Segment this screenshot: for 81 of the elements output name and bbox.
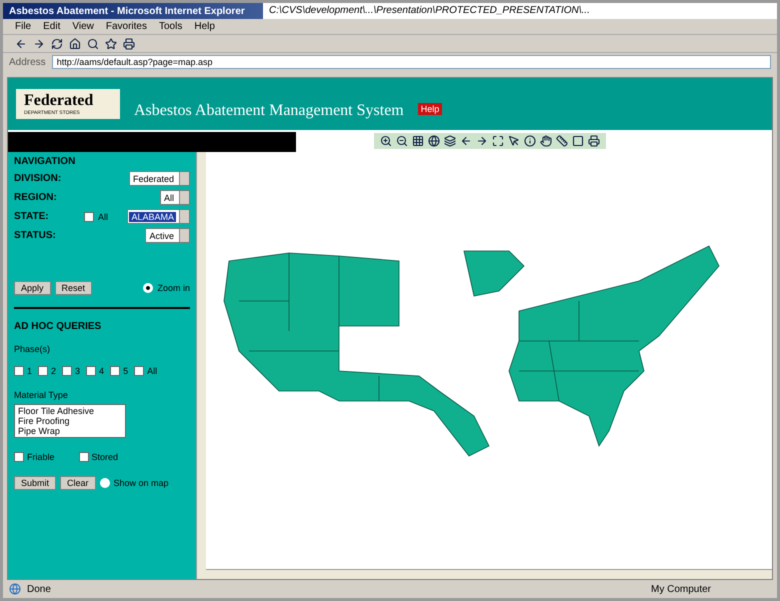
checkbox[interactable] bbox=[84, 212, 94, 222]
help-badge[interactable]: Help bbox=[418, 103, 442, 115]
grid-icon[interactable] bbox=[412, 135, 424, 147]
checkbox-label: All bbox=[98, 212, 108, 222]
info-icon[interactable] bbox=[524, 135, 536, 147]
checkbox[interactable] bbox=[110, 366, 120, 376]
checkbox[interactable] bbox=[86, 366, 96, 376]
checkbox-label: 3 bbox=[75, 366, 80, 376]
app-title: Asbestos Abatement Management System bbox=[134, 102, 404, 120]
ruler-icon[interactable] bbox=[556, 135, 568, 147]
radio-button[interactable] bbox=[100, 478, 110, 488]
zoom-in-icon[interactable] bbox=[380, 135, 392, 147]
logo-text: Federated bbox=[24, 92, 94, 110]
menu-item[interactable]: View bbox=[72, 21, 94, 32]
square-icon[interactable] bbox=[572, 135, 584, 147]
background-window-title: C:\CVS\development\...\Presentation\PROTECTED_PRESENTATION\... bbox=[263, 3, 777, 19]
forward-icon[interactable] bbox=[33, 38, 45, 50]
list-item[interactable]: Pipe Wrap bbox=[18, 426, 122, 436]
checkbox[interactable] bbox=[78, 452, 89, 462]
checkbox-label: 1 bbox=[27, 366, 32, 376]
security-zone: My Computer bbox=[650, 584, 711, 594]
form-button[interactable]: Apply bbox=[14, 281, 51, 295]
pointer-icon[interactable] bbox=[508, 135, 520, 147]
search-icon[interactable] bbox=[87, 38, 99, 50]
scrollbar[interactable] bbox=[206, 569, 772, 579]
list-item[interactable]: Floor Tile Adhesive bbox=[18, 406, 122, 416]
zoom-out-icon[interactable] bbox=[396, 135, 408, 147]
list-item[interactable]: Fire Proofing bbox=[18, 416, 122, 426]
menu-item[interactable]: Edit bbox=[43, 21, 60, 32]
left-arrow-icon[interactable] bbox=[460, 135, 472, 147]
dropdown[interactable]: All bbox=[160, 190, 190, 205]
menu-item[interactable]: Favorites bbox=[106, 21, 147, 32]
radio-label: Show on map bbox=[114, 478, 169, 488]
form-button[interactable]: Submit bbox=[14, 476, 56, 490]
checkbox-label: Stored bbox=[92, 452, 118, 462]
printer-icon[interactable] bbox=[588, 135, 600, 147]
dropdown[interactable]: Active bbox=[145, 228, 190, 243]
printer-icon[interactable] bbox=[123, 38, 135, 50]
refresh-icon[interactable] bbox=[51, 38, 63, 50]
checkbox[interactable] bbox=[134, 366, 144, 376]
hand-icon[interactable] bbox=[540, 135, 552, 147]
menu-item[interactable]: File bbox=[15, 21, 32, 32]
checkbox-label: All bbox=[147, 366, 158, 376]
scrollbar[interactable] bbox=[196, 152, 206, 579]
back-icon[interactable] bbox=[15, 38, 27, 50]
checkbox[interactable] bbox=[38, 366, 48, 376]
page-icon bbox=[9, 583, 21, 595]
form-button[interactable]: Reset bbox=[54, 281, 92, 295]
field-label: STATE: bbox=[14, 211, 50, 222]
form-button[interactable]: Clear bbox=[60, 476, 96, 490]
radio-button[interactable] bbox=[143, 283, 154, 293]
checkbox[interactable] bbox=[14, 452, 24, 462]
material-list[interactable]: Floor Tile Adhesive Fire Proofing Pipe Wrap bbox=[14, 404, 126, 438]
section-heading: NAVIGATION bbox=[14, 156, 76, 167]
checkbox-label: 2 bbox=[51, 366, 56, 376]
checkbox-label: 5 bbox=[123, 366, 128, 376]
checkbox-label: 4 bbox=[99, 366, 104, 376]
right-arrow-icon[interactable] bbox=[476, 135, 488, 147]
radio-label: Zoom in bbox=[157, 283, 190, 293]
address-label: Address bbox=[9, 56, 46, 68]
checkbox[interactable] bbox=[62, 366, 72, 376]
menu-item[interactable]: Help bbox=[194, 21, 215, 32]
dropdown[interactable]: Federated bbox=[128, 171, 190, 186]
field-label: STATUS: bbox=[14, 230, 57, 241]
field-label: DIVISION: bbox=[14, 173, 62, 184]
phase-label: Phase(s) bbox=[14, 344, 52, 354]
star-icon[interactable] bbox=[105, 38, 117, 50]
material-label: Material Type bbox=[14, 390, 69, 400]
section-heading: AD HOC QUERIES bbox=[14, 321, 102, 332]
field-label: REGION: bbox=[14, 192, 58, 203]
checkbox[interactable] bbox=[14, 366, 24, 376]
home-icon[interactable] bbox=[69, 38, 81, 50]
layers-icon[interactable] bbox=[444, 135, 456, 147]
full-extent-icon[interactable] bbox=[492, 135, 504, 147]
address-field[interactable]: http://aams/default.asp?page=map.asp bbox=[52, 55, 771, 69]
dropdown[interactable]: ALABAMA bbox=[127, 209, 190, 224]
window-title: Asbestos Abatement - Microsoft Internet Explorer bbox=[8, 6, 246, 16]
globe-icon[interactable] bbox=[428, 135, 440, 147]
status-text: Done bbox=[27, 584, 51, 594]
menu-item[interactable]: Tools bbox=[158, 21, 182, 32]
checkbox-label: Friable bbox=[27, 452, 55, 462]
